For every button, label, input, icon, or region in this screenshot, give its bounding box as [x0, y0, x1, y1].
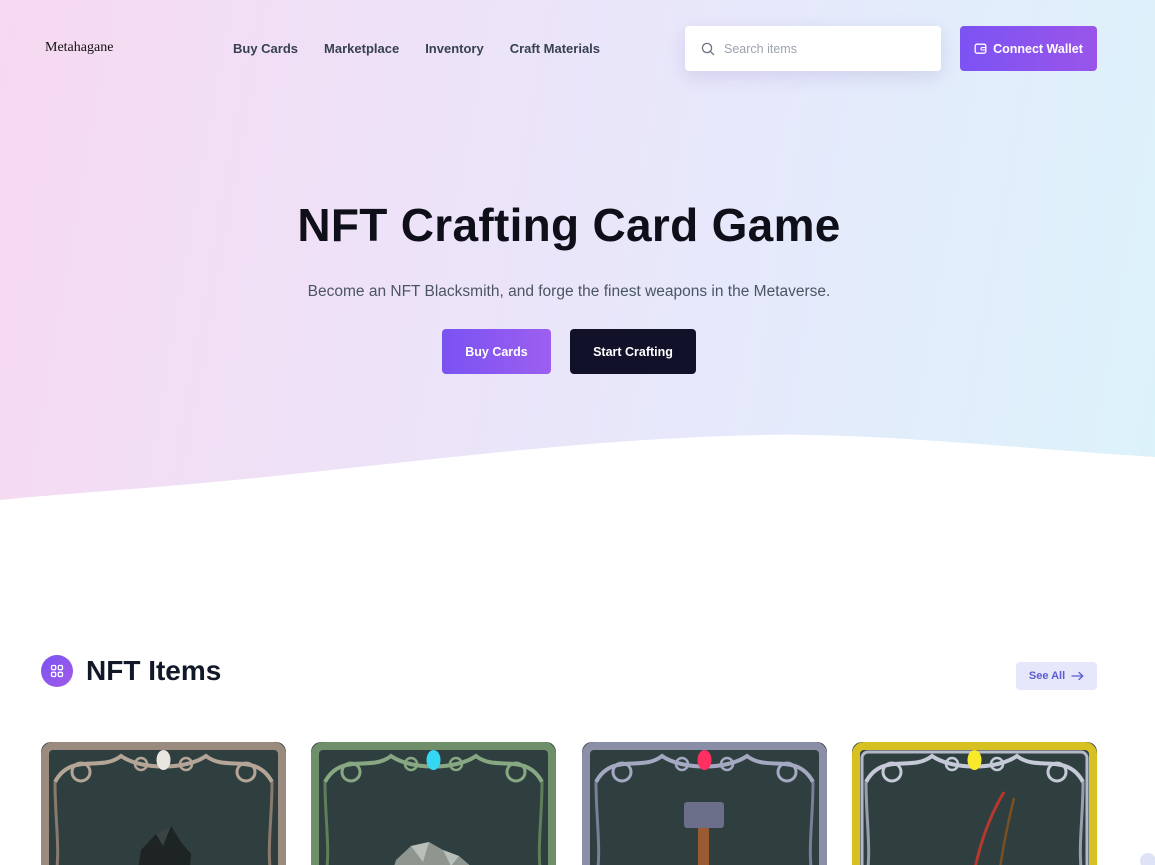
nav-craft-materials[interactable]: Craft Materials	[510, 41, 600, 56]
search-input[interactable]	[724, 41, 924, 56]
nav-inventory[interactable]: Inventory	[425, 41, 484, 56]
search-box[interactable]	[685, 26, 941, 71]
hero-title: NFT Crafting Card Game	[297, 199, 841, 251]
grid-icon	[41, 655, 73, 687]
page: Metahagane Buy Cards Marketplace Invento…	[0, 0, 1155, 865]
see-all-label: See All	[1028, 670, 1066, 682]
nft-card[interactable]	[582, 742, 827, 865]
hero-wave-divider	[0, 434, 1155, 515]
connect-wallet-button[interactable]: Connect Wallet	[960, 26, 1097, 71]
see-all-button[interactable]: See All	[1016, 662, 1097, 690]
buy-cards-button[interactable]: Buy Cards	[442, 329, 551, 374]
logo[interactable]: Metahagane	[45, 40, 113, 56]
search-icon	[701, 42, 715, 55]
scroll-indicator[interactable]	[1140, 853, 1155, 865]
arrow-right-icon	[1071, 671, 1084, 681]
wallet-icon	[974, 43, 987, 54]
nav-marketplace[interactable]: Marketplace	[324, 41, 399, 56]
nft-card[interactable]	[852, 742, 1097, 865]
connect-wallet-label: Connect Wallet	[993, 41, 1083, 56]
nft-card[interactable]	[41, 742, 286, 865]
nft-card[interactable]	[311, 742, 556, 865]
nav-buy-cards[interactable]: Buy Cards	[233, 41, 298, 56]
start-crafting-button[interactable]: Start Crafting	[570, 329, 696, 374]
main-nav: Buy Cards Marketplace Inventory Craft Ma…	[233, 41, 600, 56]
section-title: NFT Items	[86, 655, 222, 686]
hero-subtitle: Become an NFT Blacksmith, and forge the …	[307, 283, 831, 300]
